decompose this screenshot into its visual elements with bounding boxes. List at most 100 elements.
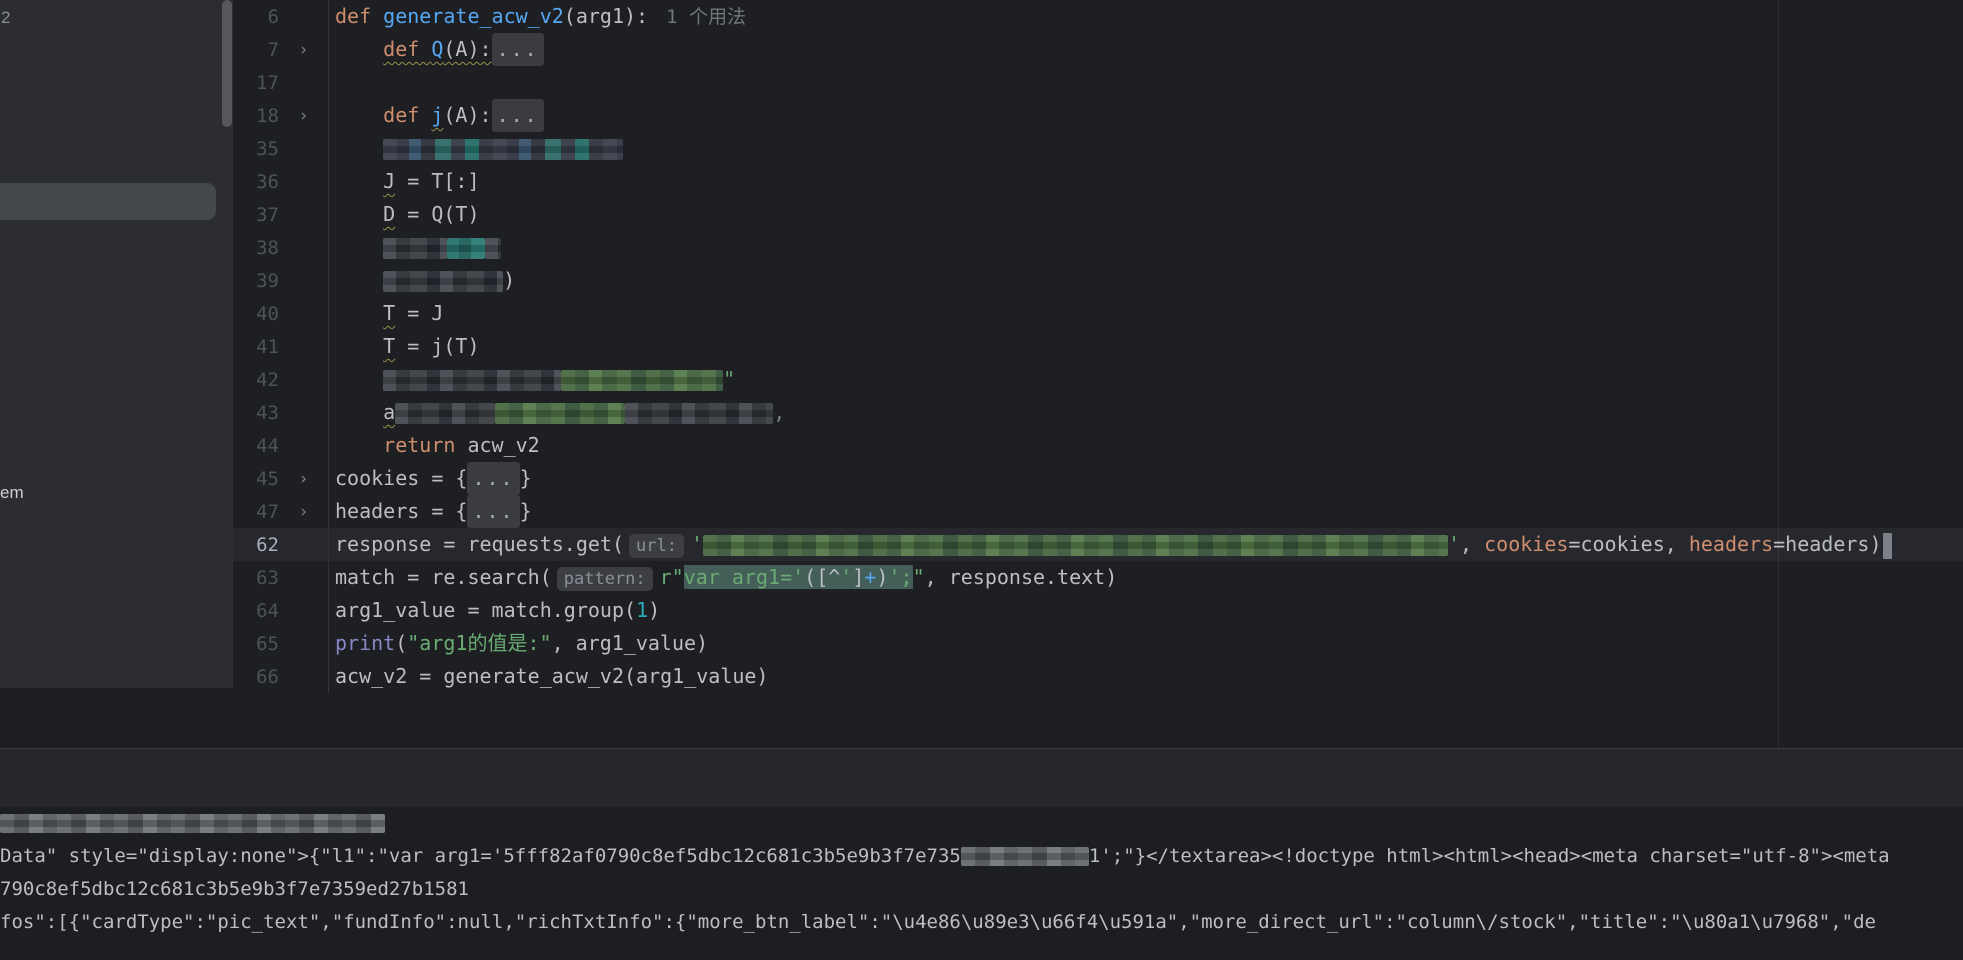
code-area[interactable]: print("arg1的值是:", arg1_value) — [328, 627, 1963, 660]
code-line[interactable]: 42 " — [233, 363, 1963, 396]
code-line[interactable]: 18 › def j(A):... — [233, 99, 1963, 132]
folded-code-region[interactable]: ... — [491, 99, 544, 132]
line-number[interactable]: 62 — [233, 534, 279, 556]
code-line[interactable]: 6 def generate_acw_v2(arg1): 1 个用法 — [233, 0, 1963, 33]
line-number[interactable]: 65 — [233, 633, 279, 655]
censored-text-block — [960, 847, 1089, 866]
fold-arrow-icon[interactable]: › — [279, 40, 328, 60]
code-area[interactable]: J = T[:] — [328, 165, 1963, 198]
line-number[interactable]: 17 — [233, 72, 279, 94]
code-token: ' — [690, 532, 703, 556]
folded-code-region[interactable]: ... — [491, 33, 544, 66]
code-area[interactable]: T = J — [328, 297, 1963, 330]
line-number[interactable]: 37 — [233, 204, 279, 226]
line-number[interactable]: 64 — [233, 600, 279, 622]
inlay-parameter-hint: url: — [628, 533, 684, 558]
code-area[interactable]: ) — [328, 264, 1963, 297]
line-number[interactable]: 35 — [233, 138, 279, 160]
code-token: (arg1): — [563, 3, 649, 28]
code-token: ( — [395, 631, 408, 655]
code-line-current[interactable]: 62 response = requests.get(url: ' ', cookie… — [233, 528, 1963, 561]
code-line[interactable]: 63 match = re.search(pattern: r"var arg1='… — [233, 561, 1963, 594]
code-token: 1 — [636, 598, 649, 622]
line-number[interactable]: 6 — [233, 6, 279, 28]
code-line[interactable]: 66 acw_v2 = generate_acw_v2(arg1_value) — [233, 660, 1963, 693]
fold-arrow-icon[interactable]: › — [279, 106, 328, 126]
console-output-line — [0, 807, 1963, 840]
console-output-line: Data" style="display:none">{"l1":"var ar… — [0, 840, 1963, 873]
line-number[interactable]: 47 — [233, 501, 279, 523]
code-token: "arg1的值是:" — [407, 631, 552, 655]
code-area[interactable]: def Q(A):... — [328, 33, 1963, 66]
code-area[interactable]: def generate_acw_v2(arg1): 1 个用法 — [328, 0, 1963, 33]
code-token: match = re.search( — [335, 565, 552, 589]
code-token: arg1_value = match.group( — [335, 598, 637, 622]
code-token: = j(T) — [395, 334, 480, 358]
code-editor[interactable]: 6 def generate_acw_v2(arg1): 1 个用法 7 › def Q… — [233, 0, 1963, 748]
code-line[interactable]: 36 J = T[:] — [233, 165, 1963, 198]
code-line[interactable]: 39 ) — [233, 264, 1963, 297]
code-area[interactable]: headers = {...} — [328, 495, 1963, 528]
line-number[interactable]: 43 — [233, 402, 279, 424]
code-line[interactable]: 47 › headers = {...} — [233, 495, 1963, 528]
censored-text-block — [702, 535, 1448, 556]
code-area[interactable]: D = Q(T) — [328, 198, 1963, 231]
code-token: var arg1=' — [683, 565, 805, 589]
line-number[interactable]: 39 — [233, 270, 279, 292]
code-area[interactable]: def j(A):... — [328, 99, 1963, 132]
code-area[interactable]: match = re.search(pattern: r"var arg1='([… — [328, 561, 1963, 594]
censored-text-block — [561, 370, 724, 391]
censored-text-block — [625, 403, 774, 424]
run-console-output[interactable]: Data" style="display:none">{"l1":"var ar… — [0, 807, 1963, 960]
line-number[interactable]: 18 — [233, 105, 279, 127]
folded-code-region[interactable]: ... — [467, 462, 520, 495]
line-number[interactable]: 38 — [233, 237, 279, 259]
code-line[interactable]: 64 arg1_value = match.group(1) — [233, 594, 1963, 627]
code-line[interactable]: 35 — [233, 132, 1963, 165]
sidebar-selected-item[interactable] — [0, 183, 216, 220]
code-line[interactable]: 17 — [233, 66, 1963, 99]
line-number[interactable]: 44 — [233, 435, 279, 457]
code-area[interactable]: cookies = {...} — [328, 462, 1963, 495]
code-area[interactable]: T = j(T) — [328, 330, 1963, 363]
line-number[interactable]: 42 — [233, 369, 279, 391]
fold-arrow-icon[interactable]: › — [279, 469, 328, 489]
code-area[interactable] — [328, 132, 1963, 165]
fold-arrow-icon[interactable]: › — [279, 502, 328, 522]
code-token: ([^ — [804, 565, 841, 589]
line-number[interactable]: 45 — [233, 468, 279, 490]
code-area[interactable]: arg1_value = match.group(1) — [328, 594, 1963, 627]
code-token: r" — [659, 565, 684, 589]
line-number[interactable]: 40 — [233, 303, 279, 325]
code-area[interactable]: response = requests.get(url: ' ', cookies=… — [328, 528, 1963, 561]
code-line[interactable]: 37 D = Q(T) — [233, 198, 1963, 231]
line-number[interactable]: 66 — [233, 666, 279, 688]
sidebar-item-label: em — [0, 483, 24, 502]
code-area[interactable]: " — [328, 363, 1963, 396]
code-line[interactable]: 45 › cookies = {...} — [233, 462, 1963, 495]
code-area[interactable]: acw_v2 = generate_acw_v2(arg1_value) — [328, 660, 1963, 693]
line-number[interactable]: 36 — [233, 171, 279, 193]
code-line[interactable]: 65 print("arg1的值是:", arg1_value) — [233, 627, 1963, 660]
code-token: = Q(T) — [395, 202, 480, 226]
code-token: acw_v2 — [455, 433, 540, 457]
folded-code-region[interactable]: ... — [467, 495, 520, 528]
code-line[interactable]: 38 — [233, 231, 1963, 264]
line-number[interactable]: 41 — [233, 336, 279, 358]
code-token: fos":[{"cardType":"pic_text","fundInfo":… — [0, 911, 1876, 933]
code-area[interactable] — [328, 231, 1963, 264]
code-line[interactable]: 41 T = j(T) — [233, 330, 1963, 363]
code-line[interactable]: 7 › def Q(A):... — [233, 33, 1963, 66]
code-area[interactable] — [328, 66, 1963, 99]
sidebar-scrollbar[interactable] — [222, 0, 232, 127]
code-token: response = requests.get( — [335, 532, 624, 556]
line-number[interactable]: 7 — [233, 39, 279, 61]
line-number[interactable]: 63 — [233, 567, 279, 589]
code-line[interactable]: 40 T = J — [233, 297, 1963, 330]
code-line[interactable]: 43 a, — [233, 396, 1963, 429]
code-line[interactable]: 44 return acw_v2 — [233, 429, 1963, 462]
code-area[interactable]: a, — [328, 396, 1963, 429]
code-token: ] — [852, 565, 865, 589]
code-area[interactable]: return acw_v2 — [328, 429, 1963, 462]
